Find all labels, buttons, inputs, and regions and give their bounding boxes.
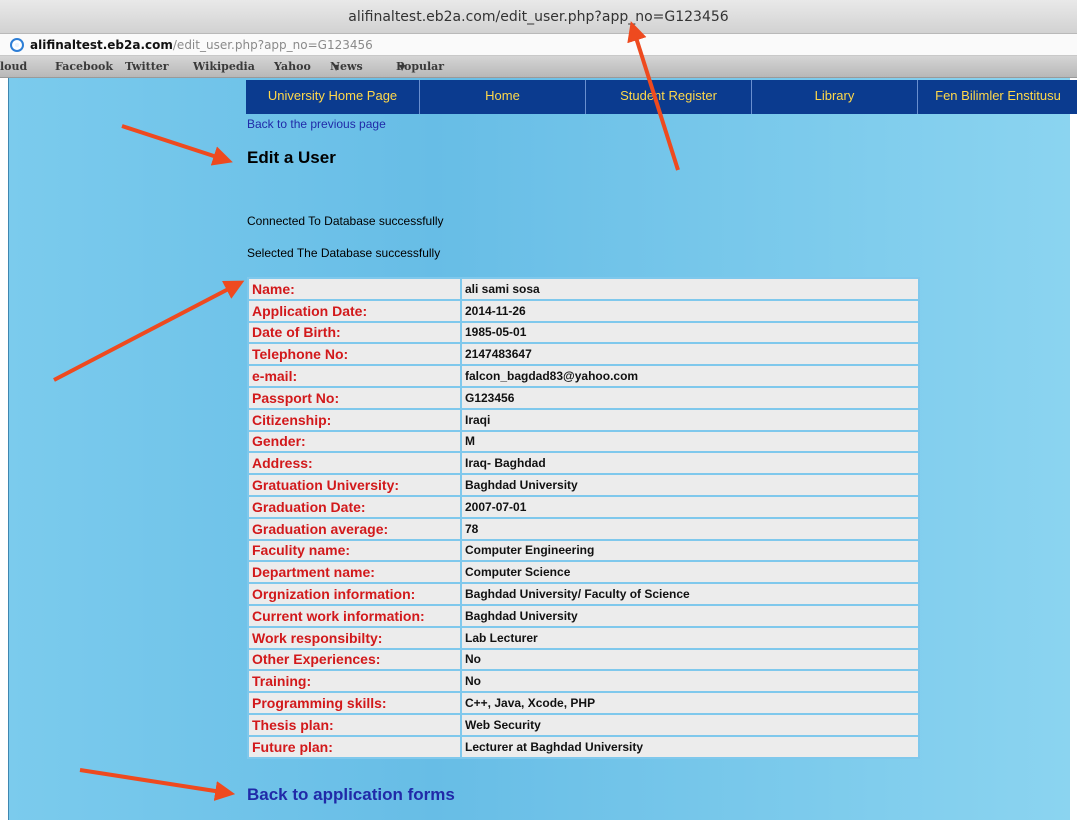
field-value: ali sami sosa [462, 279, 918, 299]
field-label: Date of Birth: [249, 322, 460, 343]
table-row: Current work information: Baghdad Univers… [249, 605, 918, 626]
field-label: Passport No: [249, 387, 460, 408]
field-label: e-mail: [249, 366, 460, 386]
back-to-application-forms-link[interactable]: Back to application forms [247, 785, 455, 805]
field-label: Graduation Date: [249, 496, 460, 517]
field-value: 2147483647 [462, 344, 918, 365]
field-label: Future plan: [249, 736, 460, 757]
field-value: Iraqi [462, 409, 918, 430]
table-row: Date of Birth: 1985-05-01 [249, 322, 918, 343]
table-row: Name: ali sami sosa [249, 279, 918, 299]
field-value: Computer Science [462, 562, 918, 583]
page-viewport: University Home Page Home Student Regist… [8, 78, 1077, 820]
page-title: Edit a User [247, 148, 336, 167]
field-label: Name: [249, 279, 460, 299]
field-value: Baghdad University [462, 475, 918, 495]
bookmark-yahoo[interactable]: Yahoo [274, 56, 311, 78]
nav-fen-bilimler[interactable]: Fen Bilimler Enstitusu [918, 80, 1077, 114]
table-row: Gratuation University: Baghdad University [249, 475, 918, 495]
status-connected: Connected To Database successfully [247, 214, 444, 228]
field-label: Department name: [249, 562, 460, 583]
nav-university-home[interactable]: University Home Page [246, 80, 420, 114]
back-to-previous-link[interactable]: Back to the previous page [247, 117, 386, 131]
table-row: Passport No: G123456 [249, 387, 918, 408]
field-label: Thesis plan: [249, 714, 460, 735]
field-value: Lecturer at Baghdad University [462, 736, 918, 757]
field-value: falcon_bagdad83@yahoo.com [462, 366, 918, 386]
field-label: Training: [249, 671, 460, 692]
field-label: Address: [249, 453, 460, 474]
table-row: Future plan: Lecturer at Baghdad Universi… [249, 736, 918, 757]
globe-icon [10, 38, 24, 52]
field-label: Orgnization information: [249, 584, 460, 604]
table-row: Thesis plan: Web Security [249, 714, 918, 735]
table-row: Programming skills: C++, Java, Xcode, PHP [249, 693, 918, 713]
field-label: Work responsibilty: [249, 627, 460, 648]
nav-home[interactable]: Home [420, 80, 586, 114]
field-value: No [462, 649, 918, 670]
field-value: Iraq- Baghdad [462, 453, 918, 474]
field-value: 78 [462, 518, 918, 539]
table-row: Citizenship: Iraqi [249, 409, 918, 430]
window-title: alifinaltest.eb2a.com/edit_user.php?app_… [0, 0, 1077, 34]
field-value: 2007-07-01 [462, 496, 918, 517]
field-label: Programming skills: [249, 693, 460, 713]
field-label: Citizenship: [249, 409, 460, 430]
table-row: Faculity name: Computer Engineering [249, 540, 918, 561]
table-row: Application Date: 2014-11-26 [249, 300, 918, 321]
table-row: Telephone No: 2147483647 [249, 344, 918, 365]
field-value: Lab Lecturer [462, 627, 918, 648]
field-label: Faculity name: [249, 540, 460, 561]
top-navbar: University Home Page Home Student Regist… [246, 80, 1077, 114]
field-value: Web Security [462, 714, 918, 735]
nav-student-register[interactable]: Student Register [586, 80, 752, 114]
table-row: Orgnization information: Baghdad Universi… [249, 584, 918, 604]
field-label: Gratuation University: [249, 475, 460, 495]
field-value: 2014-11-26 [462, 300, 918, 321]
nav-library[interactable]: Library [752, 80, 918, 114]
address-bar[interactable]: alifinaltest.eb2a.com/edit_user.php?app_… [0, 34, 1077, 56]
table-row: Other Experiences: No [249, 649, 918, 670]
field-value: Computer Engineering [462, 540, 918, 561]
bookmark-wikipedia[interactable]: Wikipedia [193, 56, 255, 78]
address-path: /edit_user.php?app_no=G123456 [172, 38, 373, 52]
caret-down-icon: ▼ [333, 62, 340, 72]
field-label: Gender: [249, 431, 460, 452]
field-value: G123456 [462, 387, 918, 408]
table-row: Gender: M [249, 431, 918, 452]
field-value: C++, Java, Xcode, PHP [462, 693, 918, 713]
caret-down-icon: ▼ [399, 62, 406, 72]
bookmark-cloud[interactable]: loud [0, 56, 27, 78]
table-row: Training: No [249, 671, 918, 692]
table-row: Graduation Date: 2007-07-01 [249, 496, 918, 517]
address-host: alifinaltest.eb2a.com [30, 38, 173, 52]
field-value: Baghdad University [462, 605, 918, 626]
field-value: 1985-05-01 [462, 322, 918, 343]
table-row: Work responsibilty: Lab Lecturer [249, 627, 918, 648]
table-row: e-mail: falcon_bagdad83@yahoo.com [249, 366, 918, 386]
bookmark-twitter[interactable]: Twitter [125, 56, 169, 78]
field-label: Other Experiences: [249, 649, 460, 670]
bookmark-facebook[interactable]: Facebook [55, 56, 113, 78]
field-value: Baghdad University/ Faculty of Science [462, 584, 918, 604]
field-label: Telephone No: [249, 344, 460, 365]
field-value: No [462, 671, 918, 692]
field-value: M [462, 431, 918, 452]
table-row: Address: Iraq- Baghdad [249, 453, 918, 474]
field-label: Current work information: [249, 605, 460, 626]
user-details-table: Name: ali sami sosa Application Date: 2014-… [247, 277, 920, 759]
status-selected: Selected The Database successfully [247, 246, 441, 260]
table-row: Graduation average: 78 [249, 518, 918, 539]
field-label: Application Date: [249, 300, 460, 321]
bookmarks-bar: loud Facebook Twitter Wikipedia Yahoo Ne… [0, 56, 1077, 78]
field-label: Graduation average: [249, 518, 460, 539]
table-row: Department name: Computer Science [249, 562, 918, 583]
